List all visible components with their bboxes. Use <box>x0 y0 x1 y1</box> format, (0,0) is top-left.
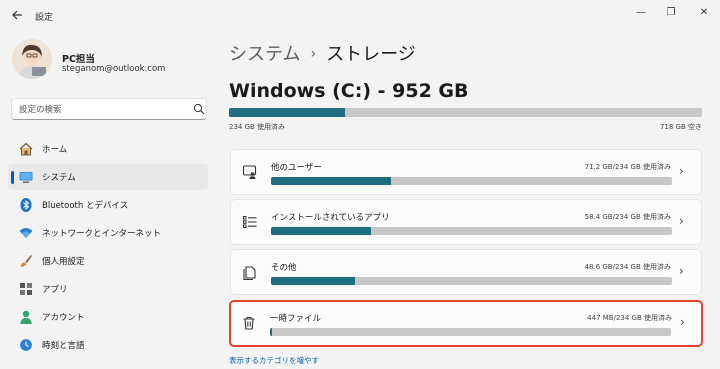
sidebar-item-home[interactable]: ホーム <box>8 136 208 162</box>
sidebar-item-label: アプリ <box>42 285 68 295</box>
sidebar-item-label: システム <box>42 173 76 183</box>
apps-icon <box>20 283 32 295</box>
chevron-right-icon: › <box>679 214 684 228</box>
sidebar-item-label: 個人用設定 <box>42 257 85 267</box>
back-button[interactable] <box>9 9 25 25</box>
category-usage-bar <box>271 277 672 285</box>
breadcrumb-parent[interactable]: システム <box>229 44 300 65</box>
bluetooth-icon <box>20 198 32 212</box>
drive-title: Windows (C:) - 952 GB <box>229 80 469 102</box>
user-name: PC担当 <box>62 54 95 65</box>
sidebar-item-bluetooth[interactable]: Bluetooth とデバイス <box>8 192 208 218</box>
category-usage-bar-fill <box>271 277 356 285</box>
sidebar-item-personalization[interactable]: 個人用設定 <box>8 248 208 274</box>
sidebar-item-accounts[interactable]: アカウント <box>8 304 208 330</box>
back-arrow-icon <box>12 10 22 20</box>
sidebar-item-label: ホーム <box>42 145 68 155</box>
sidebar-item-label: 時刻と言語 <box>42 341 85 351</box>
category-label: インストールされているアプリ <box>271 213 390 223</box>
system-monitor-icon <box>19 172 33 183</box>
account-icon <box>20 310 32 324</box>
installed-apps-icon <box>243 216 257 228</box>
globe-clock-icon <box>19 338 33 352</box>
app-title: 設定 <box>35 13 54 23</box>
sidebar-item-time-language[interactable]: 時刻と言語 <box>8 332 208 358</box>
category-usage-bar-fill <box>271 227 372 235</box>
category-label: 他のユーザー <box>271 163 322 173</box>
home-icon <box>19 142 33 156</box>
chevron-right-icon: › <box>680 315 685 329</box>
category-usage: 71.2 GB/234 GB 使用済み <box>584 163 671 171</box>
show-more-categories-link[interactable]: 表示するカテゴリを増やす <box>229 355 319 366</box>
category-usage-bar-fill <box>271 177 392 185</box>
avatar-illustration <box>12 39 52 79</box>
sidebar-item-label: ネットワークとインターネット <box>42 229 162 239</box>
category-label: その他 <box>271 263 297 273</box>
avatar[interactable] <box>12 39 52 79</box>
drive-free-label: 718 GB 空き <box>659 123 702 131</box>
sidebar-item-system[interactable]: システム <box>8 164 208 190</box>
user-email: steganom@outlook.com <box>62 64 166 74</box>
storage-category-installed-apps[interactable]: インストールされているアプリ 58.4 GB/234 GB 使用済み › <box>230 199 702 245</box>
search-icon[interactable] <box>193 103 205 115</box>
trash-icon <box>243 316 255 330</box>
brush-icon <box>21 255 32 267</box>
other-users-icon <box>242 165 257 179</box>
category-usage-bar <box>271 177 672 185</box>
search-input[interactable] <box>19 103 179 116</box>
page-title: ストレージ <box>326 44 416 65</box>
category-usage-bar-fill <box>270 328 272 336</box>
drive-usage-bar <box>229 108 702 117</box>
breadcrumb-separator: › <box>310 46 317 62</box>
sidebar-item-apps[interactable]: アプリ <box>8 276 208 302</box>
drive-used-label: 234 GB 使用済み <box>229 123 286 131</box>
category-usage-bar <box>270 328 671 336</box>
breadcrumb: システム › ストレージ <box>229 40 416 66</box>
category-usage: 48.6 GB/234 GB 使用済み <box>584 263 671 271</box>
storage-category-other-users[interactable]: 他のユーザー 71.2 GB/234 GB 使用済み › <box>230 149 702 195</box>
search-box[interactable] <box>11 98 207 120</box>
title-bar: 設定 — ❐ ✕ <box>0 0 720 32</box>
sidebar-item-network[interactable]: ネットワークとインターネット <box>8 220 208 246</box>
active-indicator <box>11 171 14 184</box>
wifi-icon <box>19 228 33 238</box>
minimize-button[interactable]: — <box>629 4 653 22</box>
storage-category-other[interactable]: その他 48.6 GB/234 GB 使用済み › <box>230 249 702 295</box>
sidebar-item-label: アカウント <box>42 313 85 323</box>
sidebar-item-label: Bluetooth とデバイス <box>42 201 129 211</box>
chevron-right-icon: › <box>679 264 684 278</box>
drive-usage-bar-fill <box>229 108 346 117</box>
chevron-right-icon: › <box>679 164 684 178</box>
category-usage-bar <box>271 227 672 235</box>
maximize-button[interactable]: ❐ <box>659 4 683 22</box>
category-label: 一時ファイル <box>270 314 322 324</box>
category-usage: 58.4 GB/234 GB 使用済み <box>584 213 671 221</box>
other-files-icon <box>243 266 256 280</box>
category-usage: 447 MB/234 GB 使用済み <box>587 314 672 322</box>
close-button[interactable]: ✕ <box>692 4 716 22</box>
storage-category-temp-files[interactable]: 一時ファイル 447 MB/234 GB 使用済み › <box>229 300 703 347</box>
